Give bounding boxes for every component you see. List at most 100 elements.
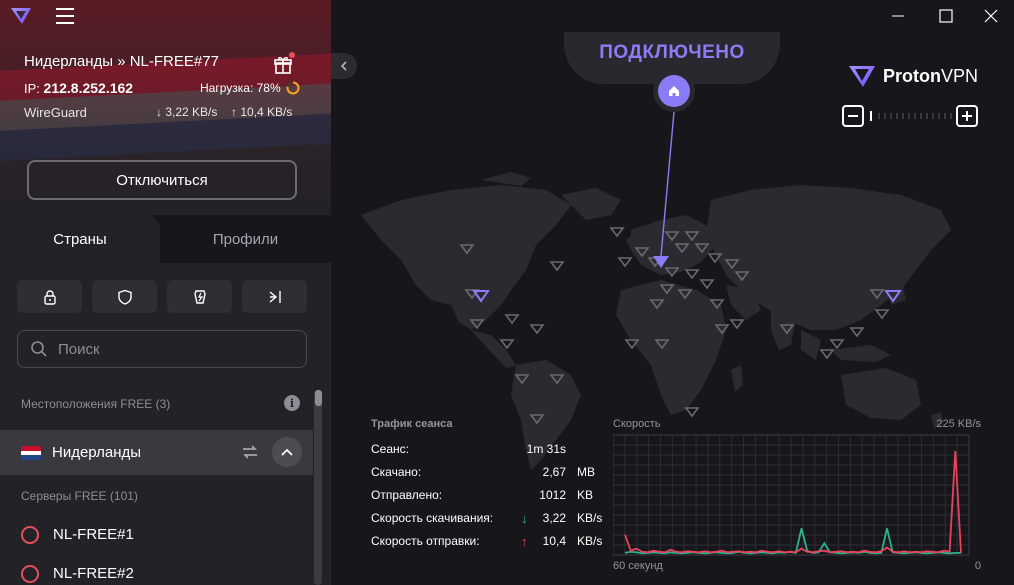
collapse-country-button[interactable] xyxy=(272,437,302,467)
stat-value: 3,22 xyxy=(542,511,566,525)
stat-unit: KB/s xyxy=(577,511,603,525)
country-name: Нидерланды xyxy=(52,444,142,461)
connection-title: Нидерланды » NL-FREE#77 xyxy=(24,53,219,70)
arrow-down-icon: ↓ xyxy=(521,511,528,526)
session-stat-row: Скорость отправки: ↑ 10,4 KB/s xyxy=(371,534,606,557)
chart-title: Скорость xyxy=(613,418,661,430)
stat-value: 10,4 xyxy=(542,534,566,548)
country-row-netherlands[interactable]: Нидерланды xyxy=(0,430,313,475)
disconnect-button[interactable]: Отключиться xyxy=(27,160,297,200)
chevron-up-icon xyxy=(281,448,293,456)
stat-value: 1m 31s xyxy=(526,442,566,456)
zoom-out-button[interactable] xyxy=(842,105,864,127)
download-speed: ↓ 3,22 KB/s xyxy=(156,105,217,119)
minus-icon xyxy=(848,115,858,117)
session-stat-row: Отправлено: 1012 KB xyxy=(371,488,606,511)
upload-speed: ↑ 10,4 KB/s xyxy=(231,105,292,119)
free-locations-label: Местоположения FREE (3) xyxy=(21,397,171,411)
server-row[interactable]: NL-FREE#2 xyxy=(0,556,313,585)
collapse-sidebar-button[interactable] xyxy=(331,53,357,79)
server-status-icon xyxy=(21,526,39,544)
chevron-left-icon xyxy=(340,61,347,71)
upload-speed-value: 10,4 KB/s xyxy=(240,105,293,119)
session-stat-row: Скачано: 2,67 MB xyxy=(371,465,606,488)
chart-x-right-label: 0 xyxy=(974,560,981,572)
p2p-filter-button[interactable] xyxy=(167,280,232,313)
home-location-pin xyxy=(653,70,695,112)
stat-value: 1012 xyxy=(539,488,566,502)
session-stat-row: Сеанс: 1m 31s xyxy=(371,442,606,465)
download-speed-line xyxy=(624,528,961,555)
title-bar xyxy=(0,0,1014,32)
zoom-slider[interactable] xyxy=(869,105,959,127)
brand-vpn: VPN xyxy=(941,65,979,86)
shield-icon xyxy=(117,289,132,305)
ip-row: IP: 212.8.252.162 xyxy=(24,80,133,96)
home-icon xyxy=(669,86,679,96)
load-label: Нагрузка: 78% xyxy=(200,81,281,95)
lock-icon xyxy=(43,289,56,305)
session-stat-row: Скорость скачивания: ↓ 3,22 KB/s xyxy=(371,511,606,534)
stat-label: Скачано: xyxy=(371,465,422,479)
close-icon xyxy=(984,9,998,23)
proton-vpn-window: Нидерланды » NL-FREE#77 IP: 212.8.252.16… xyxy=(0,0,1014,585)
stat-label: Скорость отправки: xyxy=(371,534,480,548)
ip-address: 212.8.252.162 xyxy=(43,80,134,96)
scroll-thumb[interactable] xyxy=(315,390,322,406)
stat-unit: MB xyxy=(577,465,595,479)
search-input[interactable] xyxy=(58,340,288,358)
proton-vpn-logo-icon xyxy=(11,8,31,24)
arrow-up-icon: ↑ xyxy=(521,534,528,549)
session-stats: Сеанс: 1m 31s Скачано: 2,67 MB Отправлено: 101… xyxy=(371,442,606,557)
stat-unit: KB xyxy=(577,488,594,502)
scroll-track xyxy=(314,390,322,585)
tab-countries[interactable]: Страны xyxy=(0,215,160,263)
search-box xyxy=(17,330,307,368)
tabs: Страны Профили xyxy=(0,215,331,263)
p2p-icon xyxy=(193,289,206,304)
server-load: Нагрузка: 78% xyxy=(200,81,300,95)
arrow-down-icon: ↓ xyxy=(156,105,162,119)
proton-vpn-logo-icon xyxy=(849,66,875,87)
speed-chart: Скорость 225 KB/s 60 секунд 0 xyxy=(613,418,983,578)
sidebar: Нидерланды » NL-FREE#77 IP: 212.8.252.16… xyxy=(0,0,331,585)
brand-logo: ProtonVPN xyxy=(847,63,978,89)
protocol: WireGuard xyxy=(24,105,87,120)
stat-label: Сеанс: xyxy=(371,442,409,456)
scrollbar[interactable] xyxy=(313,390,322,585)
hamburger-menu-icon[interactable] xyxy=(56,8,74,24)
notification-dot xyxy=(289,52,295,58)
zoom-in-button[interactable] xyxy=(956,105,978,127)
download-speed-value: 3,22 KB/s xyxy=(165,105,218,119)
home-pin-inner xyxy=(658,75,690,107)
chart-x-left-label: 60 секунд xyxy=(613,560,663,572)
close-button[interactable] xyxy=(968,0,1014,32)
chart-max-label: 225 KB/s xyxy=(936,418,981,430)
reconnect-icon[interactable] xyxy=(240,442,260,462)
tor-filter-button[interactable] xyxy=(242,280,307,313)
server-name: NL-FREE#2 xyxy=(53,565,134,582)
load-ring-icon xyxy=(286,81,300,95)
speed-chart-plot xyxy=(613,434,970,556)
search-icon xyxy=(31,341,47,357)
map-panel: ПОДКЛЮЧЕНО ProtonVPN Трафик сеанса Сеанс… xyxy=(331,0,1014,585)
plus-icon xyxy=(962,111,972,121)
gift-icon[interactable] xyxy=(273,55,293,75)
upload-speed-line xyxy=(624,450,962,554)
tab-profiles[interactable]: Профили xyxy=(160,215,331,263)
zoom-control xyxy=(842,105,980,127)
filter-bar xyxy=(17,280,307,313)
tor-arrow-icon xyxy=(269,290,281,303)
connection-header: Нидерланды » NL-FREE#77 IP: 212.8.252.16… xyxy=(0,0,331,215)
info-icon[interactable]: i xyxy=(284,395,300,411)
secure-core-filter-button[interactable] xyxy=(17,280,82,313)
netherlands-flag-icon xyxy=(21,446,41,460)
server-name: NL-FREE#1 xyxy=(53,526,134,543)
maximize-button[interactable] xyxy=(923,0,969,32)
minimize-button[interactable] xyxy=(875,0,921,32)
brand-proton: Proton xyxy=(883,65,941,86)
netshield-filter-button[interactable] xyxy=(92,280,157,313)
stat-label: Скорость скачивания: xyxy=(371,511,494,525)
stat-label: Отправлено: xyxy=(371,488,443,502)
server-row[interactable]: NL-FREE#1 xyxy=(0,517,313,553)
